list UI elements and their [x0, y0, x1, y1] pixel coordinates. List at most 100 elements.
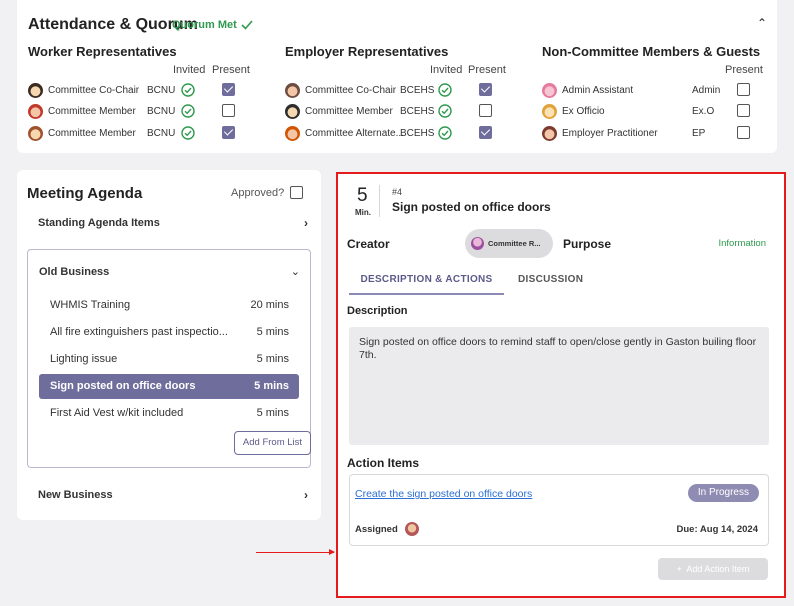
creator-label: Creator	[347, 237, 390, 251]
member-org: Admin	[692, 84, 721, 96]
tab-discussion[interactable]: DISCUSSION	[518, 274, 583, 285]
agenda-item-duration: 20 mins	[250, 299, 289, 311]
avatar	[285, 126, 300, 141]
creator-chip[interactable]: Committee R...	[465, 229, 553, 258]
old-business-section: Old Business ⌄ WHMIS Training 20 mins All …	[27, 249, 311, 468]
present-checkbox[interactable]	[222, 126, 235, 139]
avatar	[542, 104, 557, 119]
member-org: Ex.O	[692, 105, 715, 117]
present-checkbox[interactable]	[479, 104, 492, 117]
new-business-label: New Business	[38, 489, 113, 501]
due-date: Due: Aug 14, 2024	[676, 524, 758, 535]
chevron-right-icon: ›	[304, 488, 308, 502]
chevron-down-icon[interactable]: ⌄	[291, 265, 300, 278]
add-from-list-button[interactable]: Add From List	[234, 431, 311, 455]
member-role: Admin Assistant	[562, 84, 634, 96]
member-org: BCEHS	[400, 127, 435, 139]
approved-checkbox[interactable]	[290, 186, 303, 199]
invited-check-circle-icon	[181, 83, 195, 97]
agenda-item-duration: 5 mins	[256, 353, 289, 365]
invited-check-circle-icon	[181, 126, 195, 140]
invited-check-circle-icon	[438, 126, 452, 140]
add-action-item-button[interactable]: + Add Action Item	[658, 558, 768, 580]
present-checkbox[interactable]	[737, 104, 750, 117]
invited-check-circle-icon	[438, 104, 452, 118]
description-text[interactable]: Sign posted on office doors to remind st…	[349, 327, 769, 445]
present-checkbox[interactable]	[222, 83, 235, 96]
agenda-item[interactable]: Lighting issue 5 mins	[39, 347, 299, 372]
col-present: Present	[725, 64, 763, 76]
annotation-arrow-head	[329, 549, 335, 555]
agenda-item[interactable]: WHMIS Training 20 mins	[39, 293, 299, 318]
avatar	[405, 522, 419, 536]
present-checkbox[interactable]	[479, 126, 492, 139]
invited-check-circle-icon	[181, 104, 195, 118]
annotation-arrow	[256, 552, 334, 553]
avatar	[28, 83, 43, 98]
member-role: Committee Member	[48, 127, 136, 139]
avatar	[28, 104, 43, 119]
col-invited: Invited	[173, 64, 206, 76]
worker-reps-title: Worker Representatives	[28, 44, 177, 59]
add-action-item-label: Add Action Item	[686, 564, 750, 574]
action-item-card: Create the sign posted on office doors I…	[349, 474, 769, 546]
chevron-right-icon: ›	[304, 216, 308, 230]
member-org: BCNU	[147, 105, 176, 117]
member-role: Committee Member	[48, 105, 136, 117]
agenda-item[interactable]: First Aid Vest w/kit included 5 mins	[39, 401, 299, 426]
action-item-link[interactable]: Create the sign posted on office doors	[355, 488, 532, 500]
agenda-item[interactable]: All fire extinguishers past inspectio...…	[39, 320, 299, 345]
item-title: Sign posted on office doors	[392, 200, 551, 214]
description-label: Description	[347, 305, 408, 317]
avatar	[28, 126, 43, 141]
agenda-item-duration: 5 mins	[256, 326, 289, 338]
member-org: BCEHS	[400, 84, 435, 96]
present-checkbox[interactable]	[737, 126, 750, 139]
agenda-item-name: First Aid Vest w/kit included	[50, 407, 184, 419]
avatar	[285, 104, 300, 119]
approved-label: Approved?	[231, 187, 285, 199]
employer-reps-title: Employer Representatives	[285, 44, 449, 59]
standing-agenda-label: Standing Agenda Items	[38, 217, 160, 229]
collapse-chevron-up-icon[interactable]: ⌃	[757, 16, 767, 30]
quorum-status-label: Quorum Met	[172, 19, 237, 31]
old-business-label[interactable]: Old Business	[39, 266, 109, 278]
tab-description-actions[interactable]: DESCRIPTION & ACTIONS	[349, 274, 504, 295]
meeting-agenda-card: Meeting Agenda Approved? Standing Agenda…	[17, 170, 321, 520]
avatar	[542, 83, 557, 98]
agenda-item-name: All fire extinguishers past inspectio...	[50, 326, 228, 338]
present-checkbox[interactable]	[479, 83, 492, 96]
agenda-item[interactable]: Sign posted on office doors 5 mins	[39, 374, 299, 399]
avatar	[471, 237, 484, 250]
member-org: BCNU	[147, 127, 176, 139]
invited-check-circle-icon	[438, 83, 452, 97]
member-org: BCNU	[147, 84, 176, 96]
purpose-label: Purpose	[563, 237, 612, 251]
avatar	[285, 83, 300, 98]
standing-agenda-section[interactable]: Standing Agenda Items ›	[38, 216, 308, 230]
present-checkbox[interactable]	[222, 104, 235, 117]
agenda-item-name: Lighting issue	[50, 353, 118, 365]
col-present: Present	[468, 64, 506, 76]
member-org: EP	[692, 127, 706, 139]
duration-minutes: 5	[357, 185, 368, 206]
member-role: Committee Co-Chair	[305, 84, 397, 96]
member-role: Ex Officio	[562, 105, 605, 117]
action-items-label: Action Items	[347, 456, 420, 470]
agenda-item-duration: 5 mins	[256, 407, 289, 419]
member-org: BCEHS	[400, 105, 435, 117]
present-checkbox[interactable]	[737, 83, 750, 96]
attendance-card: Attendance & Quorum Quorum Met ⌃ Worker …	[17, 0, 777, 153]
checkmark-icon	[241, 20, 253, 30]
new-business-section[interactable]: New Business ›	[38, 488, 308, 502]
member-role: Committee Alternate...	[305, 127, 404, 139]
member-role: Committee Co-Chair	[48, 84, 140, 96]
agenda-item-detail-panel: 5 Min. #4 Sign posted on office doors Cr…	[336, 172, 786, 598]
member-role: Committee Member	[305, 105, 393, 117]
assigned-label: Assigned	[355, 524, 398, 535]
col-present: Present	[212, 64, 250, 76]
avatar	[542, 126, 557, 141]
agenda-title: Meeting Agenda	[27, 185, 143, 202]
item-number: #4	[392, 187, 403, 197]
agenda-item-name: WHMIS Training	[50, 299, 131, 311]
